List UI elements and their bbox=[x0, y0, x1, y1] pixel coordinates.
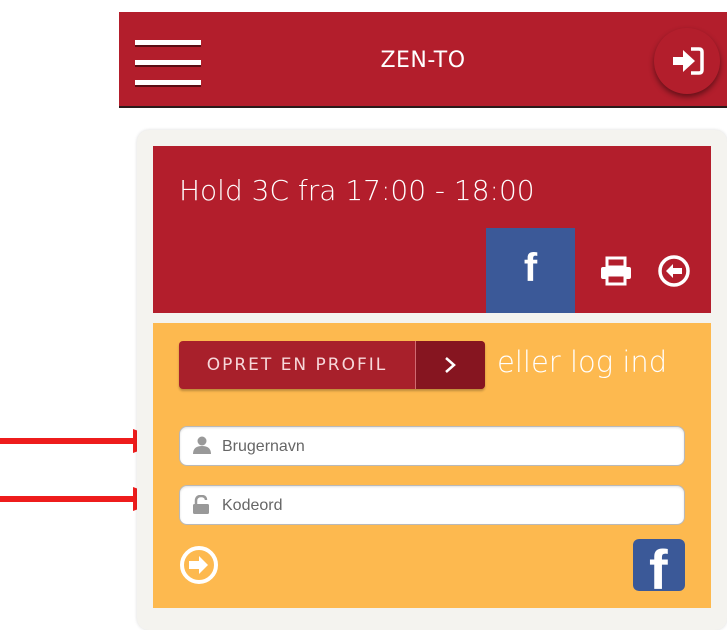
facebook-share-button[interactable]: f bbox=[486, 228, 575, 313]
or-login-text: eller log ind bbox=[497, 345, 668, 379]
sign-in-icon bbox=[673, 47, 704, 75]
facebook-login-button[interactable]: f bbox=[633, 539, 685, 591]
facebook-icon: f bbox=[523, 246, 538, 290]
circle-arrow-right-icon[interactable] bbox=[179, 545, 219, 585]
class-header: Hold 3C fra 17:00 - 18:00 f bbox=[153, 146, 711, 313]
facebook-icon: f bbox=[649, 539, 668, 591]
chevron-right-icon bbox=[445, 357, 456, 373]
unlock-icon bbox=[193, 495, 209, 514]
login-panel: OPRET EN PROFIL eller log ind f bbox=[153, 323, 711, 608]
user-icon bbox=[193, 436, 211, 454]
class-title: Hold 3C fra 17:00 - 18:00 bbox=[179, 174, 535, 207]
username-field[interactable] bbox=[179, 426, 685, 467]
printer-icon[interactable] bbox=[599, 256, 633, 286]
login-button[interactable] bbox=[654, 28, 720, 94]
back-arrow-icon[interactable] bbox=[657, 254, 691, 288]
create-profile-label: OPRET EN PROFIL bbox=[179, 341, 416, 389]
top-navigation-bar: ZEN-TO bbox=[119, 12, 727, 108]
create-profile-arrow bbox=[416, 341, 485, 389]
username-input[interactable] bbox=[220, 427, 674, 467]
password-input[interactable] bbox=[220, 486, 674, 526]
create-profile-button[interactable]: OPRET EN PROFIL bbox=[179, 341, 485, 389]
app-title: ZEN-TO bbox=[380, 48, 466, 73]
password-field[interactable] bbox=[179, 485, 685, 526]
